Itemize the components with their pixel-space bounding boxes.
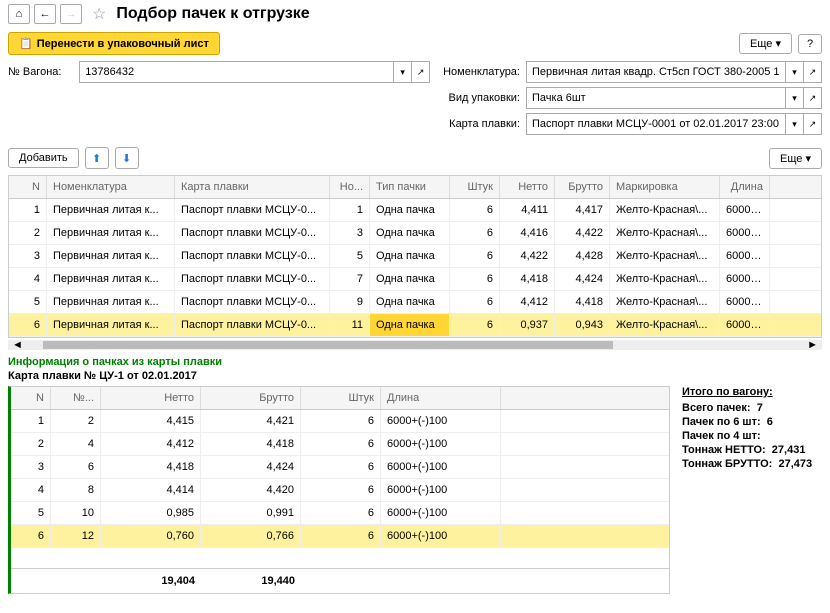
- wagon-input[interactable]: [79, 61, 394, 83]
- move-up-button[interactable]: ⬆: [85, 147, 109, 169]
- nomen-dropdown[interactable]: ▾: [786, 61, 804, 83]
- table-row[interactable]: 484,4144,42066000+(-)100: [11, 479, 669, 502]
- col-dl[interactable]: Длина: [720, 176, 770, 198]
- col-bru[interactable]: Брутто: [555, 176, 610, 198]
- main-grid[interactable]: N Номенклатура Карта плавки Но... Тип па…: [8, 175, 822, 338]
- karta-label: Карта плавки:: [433, 118, 520, 130]
- nomen-label: Номенклатура:: [436, 66, 520, 78]
- bottom-grid[interactable]: N №... Нетто Брутто Штук Длина 124,4154,…: [8, 386, 670, 594]
- col-tip[interactable]: Тип пачки: [370, 176, 450, 198]
- table-row[interactable]: 1Первичная литая к...Паспорт плавки МСЦУ…: [9, 199, 821, 222]
- bcol-n[interactable]: N: [11, 387, 51, 409]
- col-sht[interactable]: Штук: [450, 176, 500, 198]
- info-title: Информация о пачках из карты плавки: [0, 350, 830, 370]
- table-row[interactable]: 5100,9850,99166000+(-)100: [11, 502, 669, 525]
- bcol-no[interactable]: №...: [51, 387, 101, 409]
- table-row[interactable]: 6120,7600,76666000+(-)100: [11, 525, 669, 548]
- nomen-open[interactable]: ↗: [804, 61, 822, 83]
- wagon-label: № Вагона:: [8, 66, 73, 78]
- col-nomen[interactable]: Номенклатура: [47, 176, 175, 198]
- page-title: Подбор пачек к отгрузке: [116, 5, 309, 23]
- summary-title: Итого по вагону:: [682, 386, 822, 398]
- more-button-2[interactable]: Еще ▾: [769, 148, 822, 169]
- bcol-net[interactable]: Нетто: [101, 387, 201, 409]
- home-button[interactable]: ⌂: [8, 4, 30, 24]
- karta-dropdown[interactable]: ▾: [786, 113, 804, 135]
- table-row[interactable]: 6Первичная литая к...Паспорт плавки МСЦУ…: [9, 314, 821, 337]
- karta-open[interactable]: ↗: [804, 113, 822, 135]
- wagon-open[interactable]: ↗: [412, 61, 430, 83]
- table-row[interactable]: 244,4124,41866000+(-)100: [11, 433, 669, 456]
- pack-input[interactable]: [526, 87, 786, 109]
- add-button[interactable]: Добавить: [8, 148, 79, 168]
- col-karta[interactable]: Карта плавки: [175, 176, 330, 198]
- table-row[interactable]: 124,4154,42166000+(-)100: [11, 410, 669, 433]
- bcol-dl[interactable]: Длина: [381, 387, 501, 409]
- forward-button[interactable]: →: [60, 4, 82, 24]
- help-button[interactable]: ?: [798, 34, 822, 54]
- table-row[interactable]: 5Первичная литая к...Паспорт плавки МСЦУ…: [9, 291, 821, 314]
- table-row[interactable]: 2Первичная литая к...Паспорт плавки МСЦУ…: [9, 222, 821, 245]
- back-button[interactable]: ←: [34, 4, 56, 24]
- col-n[interactable]: N: [9, 176, 47, 198]
- bcol-sht[interactable]: Штук: [301, 387, 381, 409]
- pack-open[interactable]: ↗: [804, 87, 822, 109]
- transfer-button[interactable]: 📋 Перенести в упаковочный лист: [8, 32, 220, 55]
- karta-input[interactable]: [526, 113, 786, 135]
- bcol-bru[interactable]: Брутто: [201, 387, 301, 409]
- col-no[interactable]: Но...: [330, 176, 370, 198]
- col-mark[interactable]: Маркировка: [610, 176, 720, 198]
- move-down-button[interactable]: ⬇: [115, 147, 139, 169]
- wagon-dropdown[interactable]: ▾: [394, 61, 412, 83]
- nomen-input[interactable]: [526, 61, 786, 83]
- col-net[interactable]: Нетто: [500, 176, 555, 198]
- favorite-icon[interactable]: ☆: [92, 4, 106, 24]
- more-button[interactable]: Еще ▾: [739, 33, 792, 54]
- h-scrollbar[interactable]: ◄►: [8, 340, 822, 350]
- table-row[interactable]: 4Первичная литая к...Паспорт плавки МСЦУ…: [9, 268, 821, 291]
- pack-dropdown[interactable]: ▾: [786, 87, 804, 109]
- pack-label: Вид упаковки:: [433, 92, 520, 104]
- totals-row: 19,404 19,440: [11, 568, 669, 593]
- transfer-icon: 📋: [19, 37, 33, 50]
- table-row[interactable]: 3Первичная литая к...Паспорт плавки МСЦУ…: [9, 245, 821, 268]
- table-row[interactable]: 364,4184,42466000+(-)100: [11, 456, 669, 479]
- summary-panel: Итого по вагону: Всего пачек: 7 Пачек по…: [682, 386, 822, 594]
- sub-title: Карта плавки № ЦУ-1 от 02.01.2017: [0, 370, 830, 386]
